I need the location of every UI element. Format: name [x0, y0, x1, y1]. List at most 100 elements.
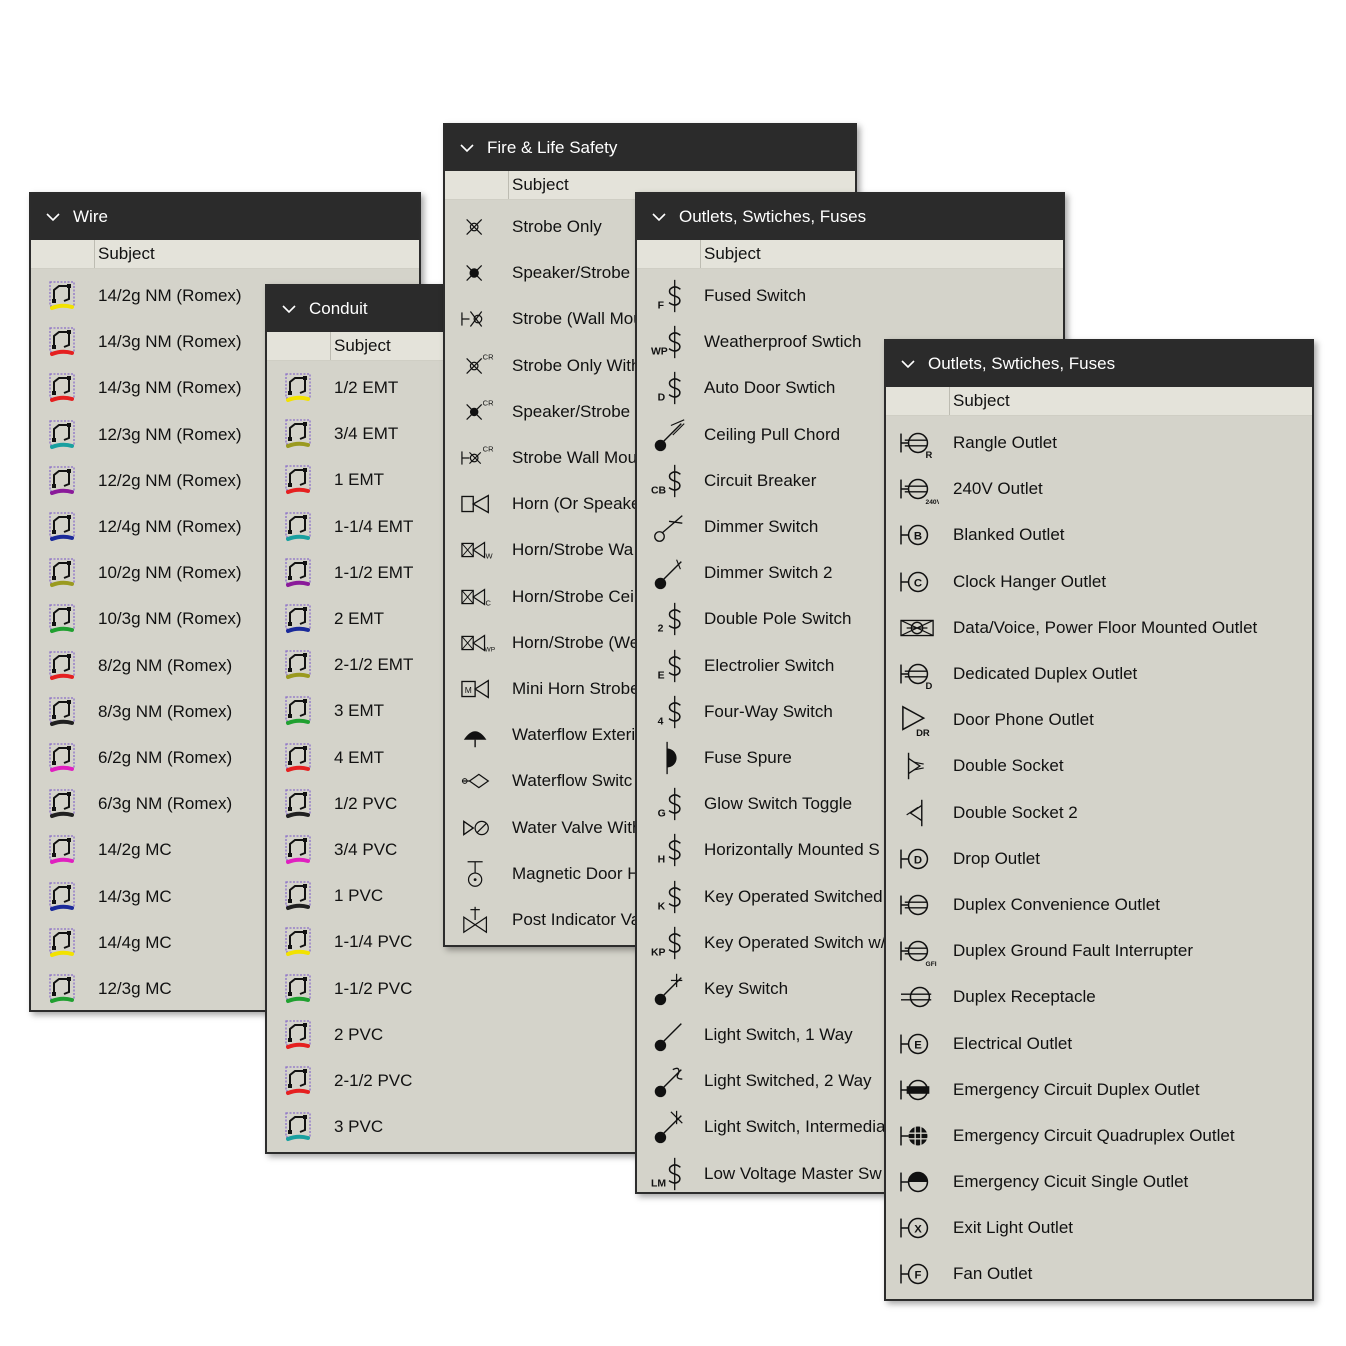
wire-tool-icon	[31, 504, 95, 550]
list-item[interactable]: C Clock Hanger Outlet	[886, 559, 1312, 605]
column-header[interactable]: Subject	[31, 240, 419, 269]
chevron-down-icon[interactable]	[649, 207, 669, 227]
column-header[interactable]: Subject	[637, 240, 1063, 269]
list-item[interactable]: 240V 240V Outlet	[886, 466, 1312, 512]
wire-tool-icon	[31, 412, 95, 458]
switch-symbol-icon	[637, 1012, 701, 1058]
chevron-down-icon[interactable]	[43, 207, 63, 227]
item-label: Exit Light Outlet	[953, 1218, 1074, 1238]
list-item[interactable]: GFI Duplex Ground Fault Interrupter	[886, 928, 1312, 974]
item-label: 14/2g NM (Romex)	[98, 286, 242, 306]
speaker-strobe-icon	[445, 250, 509, 296]
item-label: Strobe Only With	[512, 355, 641, 375]
item-label: Drop Outlet	[953, 848, 1040, 868]
switch-symbol-icon: E	[637, 643, 701, 689]
item-label: Dedicated Duplex Outlet	[953, 664, 1138, 684]
panel-title: Wire	[73, 207, 108, 226]
list-item[interactable]: 3 PVC	[267, 1104, 647, 1150]
list-item[interactable]: Emergency Circuit Duplex Outlet	[886, 1067, 1312, 1113]
switch-symbol-icon: 4	[637, 689, 701, 735]
item-label: 2 PVC	[334, 1024, 384, 1044]
svg-text:240V: 240V	[926, 499, 939, 506]
item-label: Duplex Receptacle	[953, 987, 1096, 1007]
speaker-strobe-cr-icon: CR	[445, 389, 509, 435]
switch-symbol-icon	[637, 550, 701, 596]
list-item[interactable]: Duplex Convenience Outlet	[886, 882, 1312, 928]
fire-safety-panel-header[interactable]: Fire & Life Safety	[445, 125, 855, 171]
list-item[interactable]: Double Socket	[886, 743, 1312, 789]
list-item[interactable]: X Exit Light Outlet	[886, 1205, 1312, 1251]
item-label: 1/2 PVC	[334, 793, 398, 813]
list-item[interactable]: Double Socket 2	[886, 790, 1312, 836]
item-label: 3/4 EMT	[334, 424, 399, 444]
list-item[interactable]: Emergency Circuit Quadruplex Outlet	[886, 1113, 1312, 1159]
item-label: Post Indicator Va	[512, 909, 641, 929]
item-label: Duplex Convenience Outlet	[953, 894, 1160, 914]
list-item[interactable]: R Rangle Outlet	[886, 420, 1312, 466]
chevron-down-icon[interactable]	[457, 138, 477, 158]
outlet-symbol-icon: GFI	[886, 928, 950, 974]
chevron-down-icon[interactable]	[279, 299, 299, 319]
switches-panel-header[interactable]: Outlets, Swtiches, Fuses	[637, 194, 1063, 240]
list-item[interactable]: F Fan Outlet	[886, 1251, 1312, 1297]
switch-symbol-icon	[637, 966, 701, 1012]
item-label: 1 PVC	[334, 886, 384, 906]
item-label: 10/2g NM (Romex)	[98, 563, 242, 583]
svg-text:H: H	[658, 855, 666, 866]
panel-title: Outlets, Swtiches, Fuses	[928, 354, 1116, 373]
list-item[interactable]: 1-1/2 PVC	[267, 965, 647, 1011]
switch-symbol-icon: H	[637, 827, 701, 873]
list-item[interactable]: F Fused Switch	[637, 273, 1063, 319]
item-label: 6/2g NM (Romex)	[98, 747, 233, 767]
list-item[interactable]: Data/Voice, Power Floor Mounted Outlet	[886, 605, 1312, 651]
wire-tool-icon	[267, 504, 331, 550]
item-label: 14/3g NM (Romex)	[98, 378, 242, 398]
item-label: Horn/Strobe (We	[512, 632, 640, 652]
list-item[interactable]: 2-1/2 PVC	[267, 1058, 647, 1104]
item-label: Glow Switch Toggle	[704, 794, 853, 814]
column-header-label: Subject	[704, 244, 761, 263]
item-label: 12/4g NM (Romex)	[98, 517, 242, 537]
list-item[interactable]: 2 PVC	[267, 1012, 647, 1058]
item-label: Horn/Strobe Ceil	[512, 586, 638, 606]
wire-tool-icon	[267, 781, 331, 827]
horn-strobe-w-icon: W	[445, 527, 509, 573]
list-item[interactable]: B Blanked Outlet	[886, 512, 1312, 558]
list-item[interactable]: E Electrical Outlet	[886, 1020, 1312, 1066]
item-label: Double Socket 2	[953, 802, 1078, 822]
outlets-panel-header[interactable]: Outlets, Swtiches, Fuses	[886, 341, 1312, 387]
svg-text:R: R	[926, 450, 933, 460]
svg-text:GFI: GFI	[926, 961, 937, 968]
list-item[interactable]: DR Door Phone Outlet	[886, 697, 1312, 743]
wire-tool-icon	[267, 965, 331, 1011]
svg-text:CR: CR	[483, 398, 494, 407]
item-label: 1-1/2 EMT	[334, 562, 414, 582]
magnetic-door-icon	[445, 851, 509, 897]
item-label: 12/3g NM (Romex)	[98, 424, 242, 444]
item-label: Mini Horn Strobe	[512, 678, 640, 698]
svg-text:E: E	[914, 1039, 922, 1051]
item-label: 3 EMT	[334, 701, 385, 721]
chevron-down-icon[interactable]	[898, 354, 918, 374]
item-label: 10/3g NM (Romex)	[98, 609, 242, 629]
item-label: 1-1/2 PVC	[334, 978, 413, 998]
outlet-symbol-icon	[886, 743, 950, 789]
column-header-label: Subject	[953, 391, 1010, 410]
outlets-list: R Rangle Outlet 240V 240V Outlet B Blanked Ou…	[886, 416, 1312, 1298]
list-item[interactable]: Emergency Cicuit Single Outlet	[886, 1159, 1312, 1205]
column-header[interactable]: Subject	[886, 387, 1312, 416]
list-item[interactable]: Duplex Receptacle	[886, 974, 1312, 1020]
wire-tool-icon	[31, 458, 95, 504]
wire-panel-header[interactable]: Wire	[31, 194, 419, 240]
horn-icon	[445, 481, 509, 527]
svg-text:F: F	[915, 1270, 922, 1282]
list-item[interactable]: D Drop Outlet	[886, 836, 1312, 882]
switch-symbol-icon: KP	[637, 920, 701, 966]
list-item[interactable]: D Dedicated Duplex Outlet	[886, 651, 1312, 697]
strobe-cr-icon: CR	[445, 343, 509, 389]
outlet-symbol-icon	[886, 790, 950, 836]
outlet-symbol-icon	[886, 1159, 950, 1205]
item-label: Clock Hanger Outlet	[953, 571, 1107, 591]
wire-tool-icon	[267, 919, 331, 965]
item-label: Dimmer Switch 2	[704, 563, 833, 583]
